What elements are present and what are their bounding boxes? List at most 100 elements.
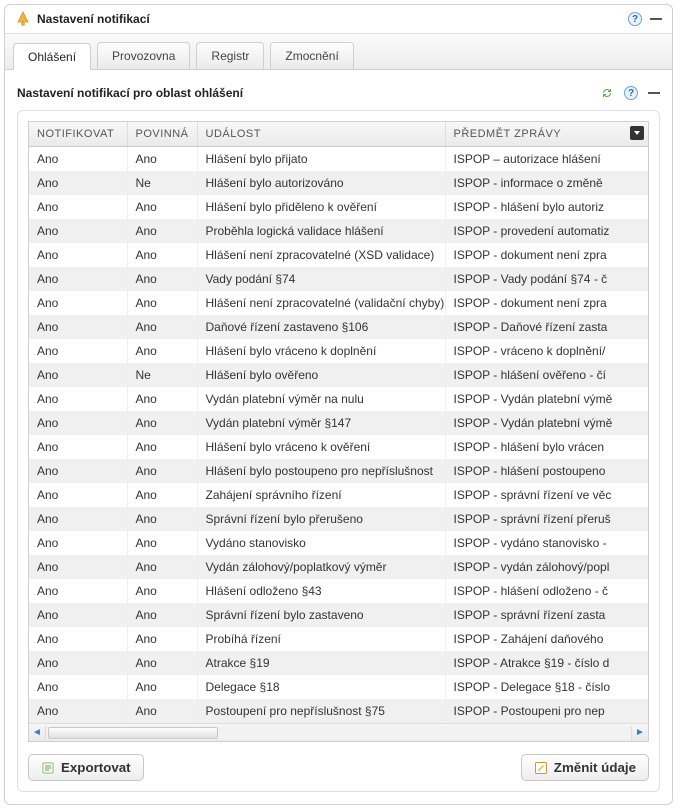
cell-predmet: ISPOP - informace o změně (445, 171, 648, 195)
table-row[interactable]: AnoAnoHlášení bylo přiděleno k ověřeníIS… (29, 195, 648, 219)
table-row[interactable]: AnoAnoAtrakce §19ISPOP - Atrakce §19 - č… (29, 651, 648, 675)
edit-icon (534, 761, 548, 775)
cell-povinna: Ano (127, 291, 197, 315)
cell-notifikovat: Ano (29, 483, 127, 507)
table-row[interactable]: AnoAnoVydán platební výměr §147ISPOP - V… (29, 411, 648, 435)
cell-udalost: Hlášení bylo autorizováno (197, 171, 445, 195)
cell-povinna: Ne (127, 363, 197, 387)
col-udalost[interactable]: UDÁLOST (197, 122, 445, 147)
content-area: Nastavení notifikací pro oblast ohlášení… (5, 70, 672, 804)
refresh-icon[interactable] (600, 86, 614, 100)
cell-udalost: Hlášení bylo postoupeno pro nepříslušnos… (197, 459, 445, 483)
horizontal-scrollbar[interactable]: ◄ ► (29, 723, 648, 741)
table-row[interactable]: AnoAnoHlášení odloženo §43ISPOP - hlášen… (29, 579, 648, 603)
cell-predmet: ISPOP - hlášení bylo autoriz (445, 195, 648, 219)
table-row[interactable]: AnoNeHlášení bylo ověřenoISPOP - hlášení… (29, 363, 648, 387)
table-row[interactable]: AnoAnoSprávní řízení bylo přerušenoISPOP… (29, 507, 648, 531)
table-row[interactable]: AnoAnoZahájení správního řízeníISPOP - s… (29, 483, 648, 507)
table-row[interactable]: AnoAnoProbíhá řízeníISPOP - Zahájení daň… (29, 627, 648, 651)
cell-predmet: ISPOP - provedení automatiz (445, 219, 648, 243)
cell-udalost: Hlášení není zpracovatelné (validační ch… (197, 291, 445, 315)
table-row[interactable]: AnoNeHlášení bylo autorizovánoISPOP - in… (29, 171, 648, 195)
cell-povinna: Ano (127, 411, 197, 435)
cell-udalost: Hlášení bylo přijato (197, 147, 445, 172)
export-icon (41, 761, 55, 775)
cell-povinna: Ano (127, 555, 197, 579)
table-row[interactable]: AnoAnoHlášení bylo vráceno k ověřeníISPO… (29, 435, 648, 459)
cell-predmet: ISPOP - dokument není zpra (445, 243, 648, 267)
cell-notifikovat: Ano (29, 555, 127, 579)
col-povinna[interactable]: POVINNÁ (127, 122, 197, 147)
cell-udalost: Atrakce §19 (197, 651, 445, 675)
cell-udalost: Hlášení bylo přiděleno k ověření (197, 195, 445, 219)
scroll-thumb[interactable] (48, 727, 218, 739)
table-row[interactable]: AnoAnoPostoupení pro nepříslušnost §75IS… (29, 699, 648, 723)
edit-button[interactable]: Změnit údaje (521, 754, 649, 781)
cell-povinna: Ano (127, 507, 197, 531)
table-row[interactable]: AnoAnoVydán platební výměr na nuluISPOP … (29, 387, 648, 411)
table-header-row: NOTIFIKOVAT POVINNÁ UDÁLOST PŘEDMĚT ZPRÁ… (29, 122, 648, 147)
cell-predmet: ISPOP - hlášení ověřeno - čí (445, 363, 648, 387)
cell-notifikovat: Ano (29, 459, 127, 483)
cell-udalost: Vydán platební výměr na nulu (197, 387, 445, 411)
table-row[interactable]: AnoAnoHlášení není zpracovatelné (valida… (29, 291, 648, 315)
cell-predmet: ISPOP - Vydán platební výmě (445, 411, 648, 435)
cell-predmet: ISPOP - hlášení postoupeno (445, 459, 648, 483)
table-row[interactable]: AnoAnoVydán zálohový/poplatkový výměrISP… (29, 555, 648, 579)
cell-predmet: ISPOP - vydáno stanovisko - (445, 531, 648, 555)
help-icon[interactable]: ? (624, 86, 638, 100)
tab-registr[interactable]: Registr (196, 42, 264, 69)
cell-notifikovat: Ano (29, 363, 127, 387)
cell-udalost: Vydáno stanovisko (197, 531, 445, 555)
tab-zmocneni[interactable]: Zmocnění (270, 42, 353, 69)
cell-predmet: ISPOP - správní řízení přeruš (445, 507, 648, 531)
cell-notifikovat: Ano (29, 387, 127, 411)
scroll-track[interactable] (45, 726, 632, 740)
cell-povinna: Ano (127, 579, 197, 603)
cell-povinna: Ano (127, 483, 197, 507)
cell-povinna: Ano (127, 147, 197, 172)
table-row[interactable]: AnoAnoHlášení bylo přijatoISPOP – autori… (29, 147, 648, 172)
cell-udalost: Proběhla logická validace hlášení (197, 219, 445, 243)
minimize-icon[interactable] (648, 92, 660, 94)
cell-povinna: Ano (127, 675, 197, 699)
cell-notifikovat: Ano (29, 435, 127, 459)
cell-udalost: Hlášení odloženo §43 (197, 579, 445, 603)
cell-predmet: ISPOP - Zahájení daňového (445, 627, 648, 651)
cell-predmet: ISPOP - Delegace §18 - číslo (445, 675, 648, 699)
table-row[interactable]: AnoAnoHlášení není zpracovatelné (XSD va… (29, 243, 648, 267)
cell-notifikovat: Ano (29, 651, 127, 675)
cell-povinna: Ano (127, 219, 197, 243)
notifications-table: NOTIFIKOVAT POVINNÁ UDÁLOST PŘEDMĚT ZPRÁ… (29, 122, 648, 723)
tab-ohlaseni[interactable]: Ohlášení (13, 43, 91, 70)
table-row[interactable]: AnoAnoHlášení bylo postoupeno pro nepřís… (29, 459, 648, 483)
export-button[interactable]: Exportovat (28, 754, 144, 781)
scroll-right-arrow[interactable]: ► (632, 727, 648, 738)
cell-povinna: Ano (127, 603, 197, 627)
col-notifikovat[interactable]: NOTIFIKOVAT (29, 122, 127, 147)
table-row[interactable]: AnoAnoHlášení bylo vráceno k doplněníISP… (29, 339, 648, 363)
table-row[interactable]: AnoAnoDaňové řízení zastaveno §106ISPOP … (29, 315, 648, 339)
column-menu-icon[interactable] (630, 126, 644, 140)
cell-notifikovat: Ano (29, 339, 127, 363)
minimize-icon[interactable] (650, 18, 662, 20)
cell-predmet: ISPOP - Vydán platební výmě (445, 387, 648, 411)
table-row[interactable]: AnoAnoVady podání §74ISPOP - Vady podání… (29, 267, 648, 291)
help-icon[interactable]: ? (628, 12, 642, 26)
table-row[interactable]: AnoAnoDelegace §18ISPOP - Delegace §18 -… (29, 675, 648, 699)
table-row[interactable]: AnoAnoProběhla logická validace hlášeníI… (29, 219, 648, 243)
titlebar: Nastavení notifikací ? (5, 5, 672, 34)
col-predmet[interactable]: PŘEDMĚT ZPRÁVY (445, 122, 648, 147)
table-row[interactable]: AnoAnoVydáno stanoviskoISPOP - vydáno st… (29, 531, 648, 555)
cell-udalost: Hlášení bylo ověřeno (197, 363, 445, 387)
cell-notifikovat: Ano (29, 531, 127, 555)
cell-povinna: Ne (127, 171, 197, 195)
table-row[interactable]: AnoAnoSprávní řízení bylo zastavenoISPOP… (29, 603, 648, 627)
cell-predmet: ISPOP - dokument není zpra (445, 291, 648, 315)
scroll-left-arrow[interactable]: ◄ (29, 727, 45, 738)
tab-label: Registr (211, 49, 249, 63)
tab-label: Provozovna (112, 49, 175, 63)
cell-udalost: Vydán platební výměr §147 (197, 411, 445, 435)
cell-povinna: Ano (127, 267, 197, 291)
tab-provozovna[interactable]: Provozovna (97, 42, 190, 69)
